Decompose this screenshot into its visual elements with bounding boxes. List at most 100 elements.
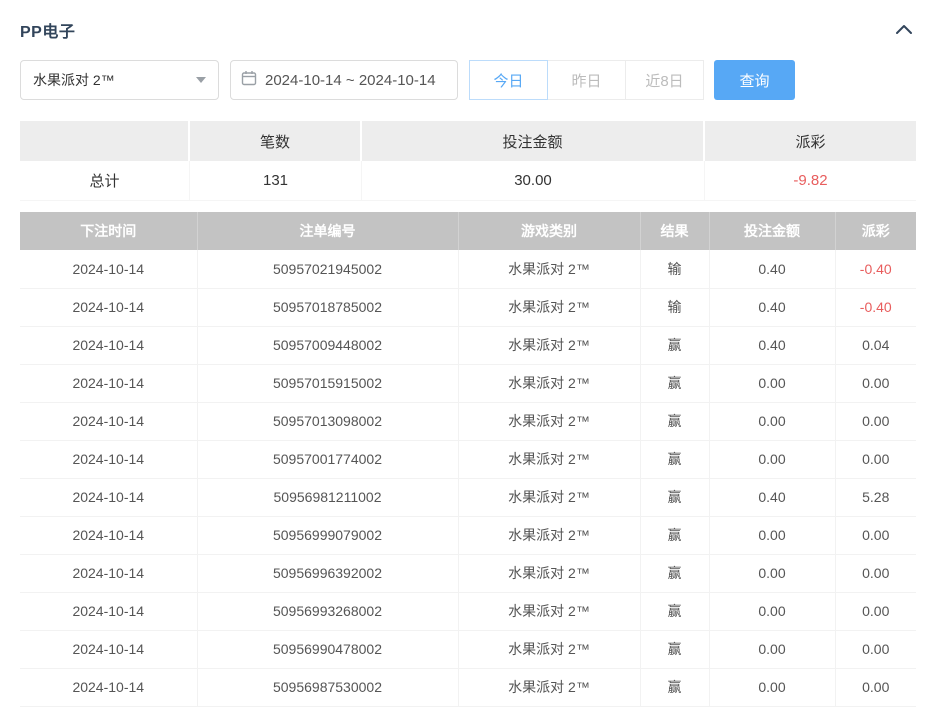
cell-game: 水果派对 2™ (458, 630, 640, 668)
cell-time: 2024-10-14 (20, 250, 197, 288)
col-result: 结果 (640, 212, 709, 250)
summary-total-count: 131 (190, 161, 362, 201)
cell-game: 水果派对 2™ (458, 478, 640, 516)
cell-bet: 0.00 (709, 516, 835, 554)
table-row: 2024-10-1450956996392002水果派对 2™赢0.000.00 (20, 554, 916, 592)
range-yesterday-button[interactable]: 昨日 (547, 60, 626, 100)
cell-time: 2024-10-14 (20, 288, 197, 326)
summary-header-blank (20, 121, 190, 161)
cell-order-id: 50956981211002 (197, 478, 458, 516)
cell-result: 赢 (640, 592, 709, 630)
table-row: 2024-10-1450957015915002水果派对 2™赢0.000.00 (20, 364, 916, 402)
summary-header-row: 笔数 投注金额 派彩 (20, 121, 916, 161)
bet-table-body: 2024-10-1450957021945002水果派对 2™输0.40-0.4… (20, 250, 916, 706)
summary-total-payout: -9.82 (705, 161, 916, 201)
cell-order-id: 50957001774002 (197, 440, 458, 478)
cell-payout: -0.40 (835, 288, 916, 326)
cell-payout: 5.28 (835, 478, 916, 516)
cell-game: 水果派对 2™ (458, 250, 640, 288)
cell-game: 水果派对 2™ (458, 668, 640, 706)
cell-bet: 0.40 (709, 478, 835, 516)
bet-table: 下注时间 注单编号 游戏类别 结果 投注金额 派彩 2024-10-145095… (20, 212, 916, 707)
cell-result: 赢 (640, 440, 709, 478)
col-bet-time: 下注时间 (20, 212, 197, 250)
cell-payout: 0.00 (835, 668, 916, 706)
cell-order-id: 50957009448002 (197, 326, 458, 364)
cell-order-id: 50956993268002 (197, 592, 458, 630)
game-select[interactable]: 水果派对 2™ (20, 60, 219, 100)
chevron-up-icon (895, 23, 913, 38)
table-row: 2024-10-1450957009448002水果派对 2™赢0.400.04 (20, 326, 916, 364)
table-row: 2024-10-1450956999079002水果派对 2™赢0.000.00 (20, 516, 916, 554)
cell-time: 2024-10-14 (20, 554, 197, 592)
cell-order-id: 50956996392002 (197, 554, 458, 592)
cell-order-id: 50957021945002 (197, 250, 458, 288)
cell-game: 水果派对 2™ (458, 592, 640, 630)
cell-game: 水果派对 2™ (458, 288, 640, 326)
summary-total-row: 总计 131 30.00 -9.82 (20, 161, 916, 201)
summary-header-bet-amount: 投注金额 (362, 121, 705, 161)
cell-order-id: 50956999079002 (197, 516, 458, 554)
cell-result: 输 (640, 288, 709, 326)
cell-result: 赢 (640, 478, 709, 516)
bet-table-header-row: 下注时间 注单编号 游戏类别 结果 投注金额 派彩 (20, 212, 916, 250)
table-row: 2024-10-1450957013098002水果派对 2™赢0.000.00 (20, 402, 916, 440)
cell-payout: 0.00 (835, 554, 916, 592)
range-today-button[interactable]: 今日 (469, 60, 548, 100)
table-row: 2024-10-1450956990478002水果派对 2™赢0.000.00 (20, 630, 916, 668)
cell-time: 2024-10-14 (20, 516, 197, 554)
cell-payout: 0.00 (835, 516, 916, 554)
cell-game: 水果派对 2™ (458, 440, 640, 478)
records-panel: PP电子 水果派对 2™ 2024-10-14 ~ 2024-10-14 今日 … (0, 0, 938, 707)
cell-result: 赢 (640, 668, 709, 706)
cell-payout: 0.00 (835, 364, 916, 402)
cell-result: 赢 (640, 554, 709, 592)
cell-bet: 0.40 (709, 326, 835, 364)
cell-bet: 0.00 (709, 440, 835, 478)
col-order-id: 注单编号 (197, 212, 458, 250)
cell-bet: 0.00 (709, 592, 835, 630)
panel-header: PP电子 (20, 13, 916, 47)
cell-game: 水果派对 2™ (458, 364, 640, 402)
cell-payout: 0.00 (835, 402, 916, 440)
date-range-input[interactable]: 2024-10-14 ~ 2024-10-14 (230, 60, 458, 100)
collapse-button[interactable] (892, 18, 916, 42)
table-row: 2024-10-1450956987530002水果派对 2™赢0.000.00 (20, 668, 916, 706)
summary-total-bet-amount: 30.00 (362, 161, 705, 201)
page-title: PP电子 (20, 18, 75, 42)
cell-order-id: 50956987530002 (197, 668, 458, 706)
table-row: 2024-10-1450957018785002水果派对 2™输0.40-0.4… (20, 288, 916, 326)
cell-result: 赢 (640, 326, 709, 364)
table-row: 2024-10-1450957021945002水果派对 2™输0.40-0.4… (20, 250, 916, 288)
cell-result: 输 (640, 250, 709, 288)
cell-order-id: 50957015915002 (197, 364, 458, 402)
col-game-type: 游戏类别 (458, 212, 640, 250)
cell-game: 水果派对 2™ (458, 326, 640, 364)
cell-result: 赢 (640, 516, 709, 554)
cell-order-id: 50957013098002 (197, 402, 458, 440)
cell-result: 赢 (640, 364, 709, 402)
cell-bet: 0.00 (709, 668, 835, 706)
range-last8-button[interactable]: 近8日 (625, 60, 704, 100)
cell-time: 2024-10-14 (20, 630, 197, 668)
col-bet-amount: 投注金额 (709, 212, 835, 250)
game-select-value: 水果派对 2™ (33, 70, 115, 90)
search-button[interactable]: 查询 (714, 60, 795, 100)
quick-range-group: 今日 昨日 近8日 (469, 60, 704, 100)
summary-header-payout: 派彩 (705, 121, 916, 161)
summary-table: 笔数 投注金额 派彩 总计 131 30.00 -9.82 (20, 121, 916, 201)
cell-bet: 0.40 (709, 288, 835, 326)
cell-result: 赢 (640, 630, 709, 668)
caret-down-icon (196, 77, 206, 83)
cell-payout: 0.04 (835, 326, 916, 364)
cell-payout: 0.00 (835, 592, 916, 630)
cell-game: 水果派对 2™ (458, 554, 640, 592)
table-row: 2024-10-1450957001774002水果派对 2™赢0.000.00 (20, 440, 916, 478)
cell-time: 2024-10-14 (20, 402, 197, 440)
cell-payout: 0.00 (835, 630, 916, 668)
cell-order-id: 50956990478002 (197, 630, 458, 668)
cell-payout: -0.40 (835, 250, 916, 288)
table-row: 2024-10-1450956981211002水果派对 2™赢0.405.28 (20, 478, 916, 516)
cell-result: 赢 (640, 402, 709, 440)
cell-time: 2024-10-14 (20, 668, 197, 706)
